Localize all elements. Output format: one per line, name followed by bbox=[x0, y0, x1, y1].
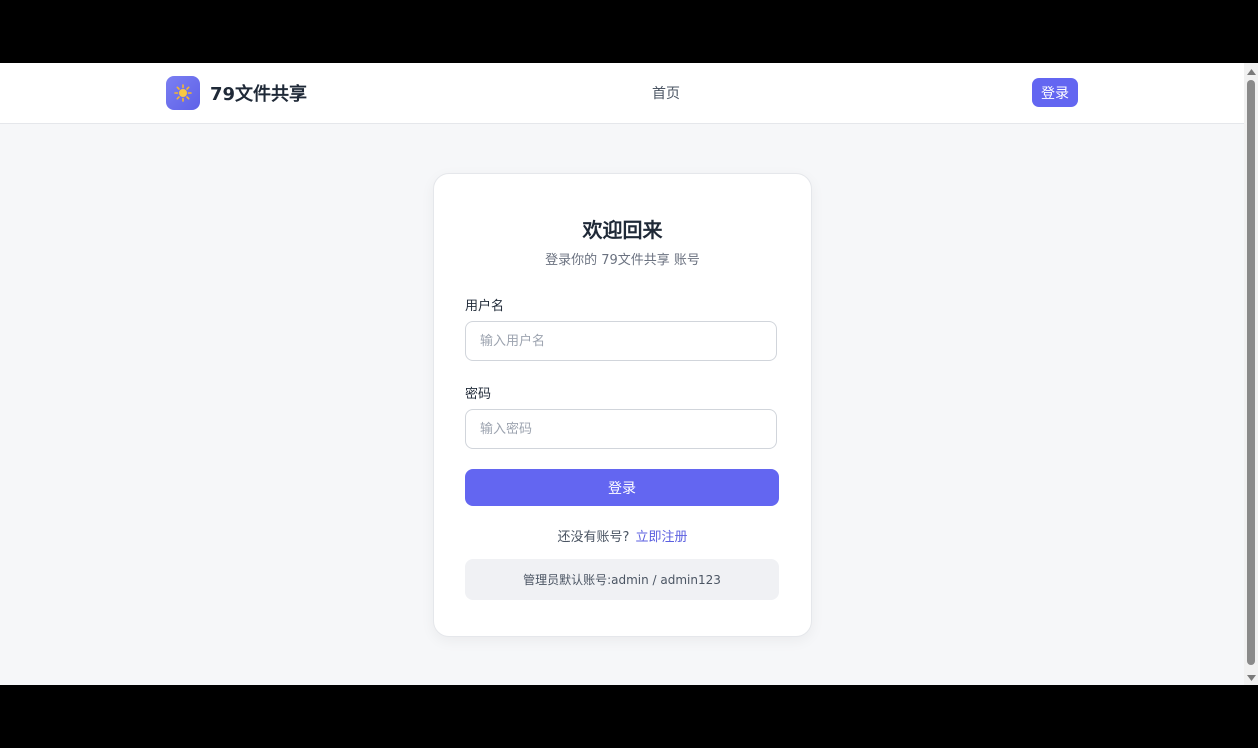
no-account-text: 还没有账号? bbox=[557, 530, 630, 545]
login-card: 欢迎回来 登录你的 79文件共享 账号 用户名 密码 登录 还没有账号? 立即注册… bbox=[433, 173, 812, 637]
card-title: 欢迎回来 bbox=[582, 218, 663, 242]
brand[interactable]: 79文件共享 bbox=[166, 76, 307, 110]
page-viewport: 79文件共享 首页 登录 欢迎回来 登录你的 79文件共享 账号 用户名 密码 … bbox=[0, 63, 1258, 685]
header-login-button[interactable]: 登录 bbox=[1032, 78, 1078, 107]
nav-home-link[interactable]: 首页 bbox=[630, 83, 702, 103]
scroll-up-arrow-icon[interactable] bbox=[1244, 65, 1258, 79]
scroll-down-arrow-icon[interactable] bbox=[1244, 671, 1258, 685]
admin-hint: 管理员默认账号:admin / admin123 bbox=[465, 559, 779, 600]
register-row: 还没有账号? 立即注册 bbox=[434, 526, 811, 545]
scrollbar-thumb[interactable] bbox=[1247, 80, 1255, 665]
username-label: 用户名 bbox=[465, 299, 505, 314]
login-submit-button[interactable]: 登录 bbox=[465, 469, 779, 506]
card-subtitle: 登录你的 79文件共享 账号 bbox=[545, 253, 700, 268]
top-navbar: 79文件共享 首页 登录 bbox=[0, 63, 1244, 124]
register-link[interactable]: 立即注册 bbox=[635, 530, 687, 545]
password-input[interactable] bbox=[465, 409, 777, 449]
vertical-scrollbar[interactable] bbox=[1244, 63, 1258, 685]
sun-icon bbox=[166, 76, 200, 110]
password-label: 密码 bbox=[465, 387, 492, 402]
brand-name: 79文件共享 bbox=[210, 84, 308, 105]
username-input[interactable] bbox=[465, 321, 777, 361]
